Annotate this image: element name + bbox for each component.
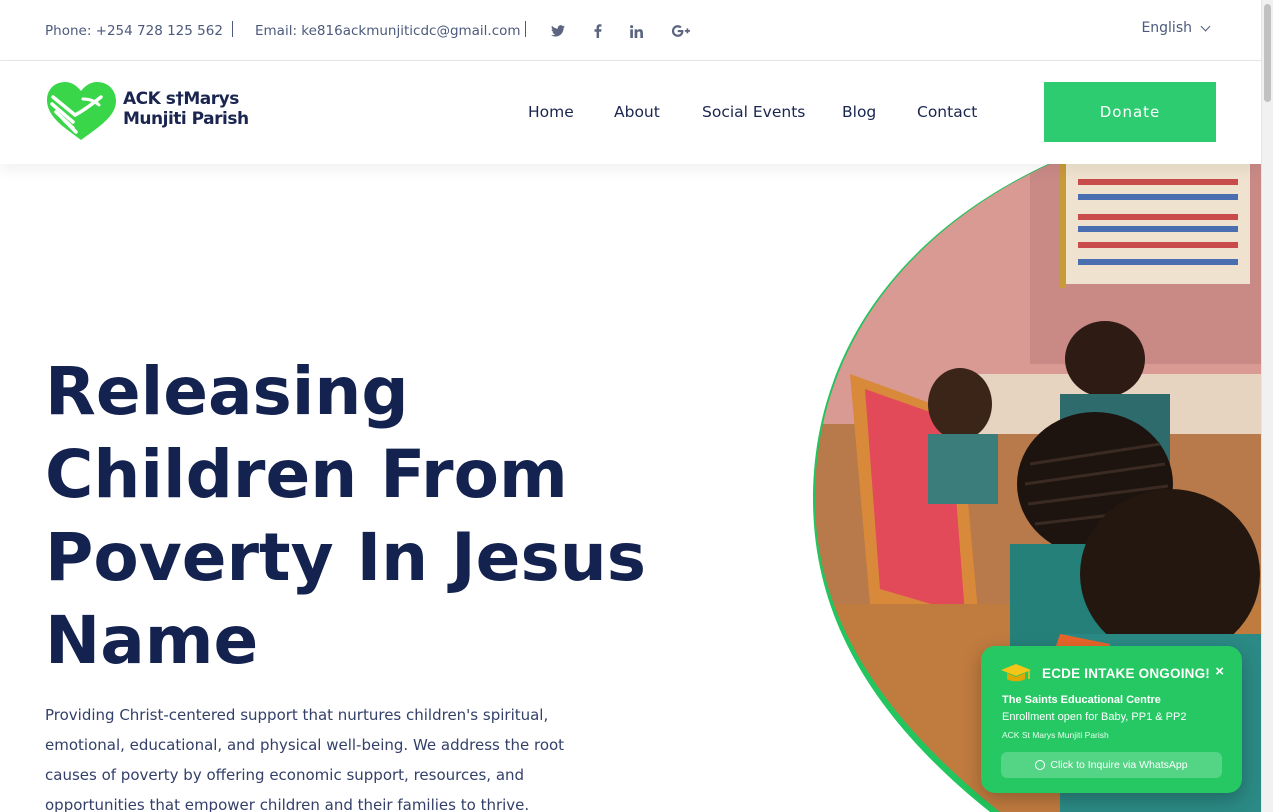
logo-line-2: Munjiti Parish — [123, 109, 249, 129]
main-header: ACK s†Marys Munjiti Parish Home About So… — [0, 61, 1261, 164]
popup-school-name: The Saints Educational Centre — [1002, 694, 1161, 706]
site-logo[interactable]: ACK s†Marys Munjiti Parish — [45, 81, 255, 143]
top-info-bar: Phone: +254 728 125 562 Email: ke816ackm… — [0, 0, 1261, 61]
close-icon[interactable]: × — [1215, 663, 1224, 680]
whatsapp-inquire-button[interactable]: Click to Inquire via WhatsApp — [1001, 752, 1222, 778]
page-scrollbar[interactable] — [1261, 0, 1273, 812]
heart-hands-icon — [47, 82, 116, 140]
hero-title: Releasing Children From Poverty In Jesus… — [45, 350, 685, 682]
whatsapp-icon — [1035, 760, 1046, 770]
popup-enrollment-text: Enrollment open for Baby, PP1 & PP2 — [1002, 711, 1187, 723]
nav-home[interactable]: Home — [528, 103, 574, 121]
divider — [232, 21, 233, 37]
nav-contact[interactable]: Contact — [917, 103, 977, 121]
nav-about[interactable]: About — [614, 103, 660, 121]
hero-description: Providing Christ-centered support that n… — [45, 706, 565, 812]
hero-title-line: Name — [45, 602, 259, 679]
google-plus-icon[interactable] — [671, 22, 691, 40]
ecde-intake-popup[interactable]: ECDE INTAKE ONGOING! × The Saints Educat… — [981, 646, 1242, 793]
scrollbar-thumb[interactable] — [1264, 4, 1271, 102]
twitter-icon[interactable] — [549, 22, 567, 40]
popup-title: ECDE INTAKE ONGOING! — [1042, 666, 1211, 681]
chevron-down-icon — [1200, 21, 1211, 31]
language-label: English — [1141, 20, 1192, 36]
popup-parish-name: ACK St Marys Munjiti Parish — [1002, 730, 1109, 740]
donate-button[interactable]: Donate — [1044, 82, 1216, 142]
divider — [525, 21, 526, 37]
facebook-icon[interactable] — [589, 22, 607, 40]
email-link[interactable]: Email: ke816ackmunjiticdc@gmail.com — [255, 23, 521, 39]
logo-text: ACK s†Marys Munjiti Parish — [123, 89, 249, 129]
hero-title-line: Children From — [45, 436, 568, 513]
logo-line-1: ACK s†Marys — [123, 89, 239, 109]
nav-social-events[interactable]: Social Events — [702, 103, 805, 121]
phone-text: Phone: +254 728 125 562 — [45, 23, 223, 39]
graduation-cap-icon — [1001, 664, 1031, 682]
linkedin-icon[interactable] — [627, 22, 645, 40]
whatsapp-button-label: Click to Inquire via WhatsApp — [1050, 759, 1188, 771]
hero-title-line: Releasing — [45, 353, 409, 430]
nav-blog[interactable]: Blog — [842, 103, 876, 121]
language-selector[interactable]: English — [1141, 20, 1211, 36]
hero-title-line: Poverty In Jesus — [45, 519, 646, 596]
